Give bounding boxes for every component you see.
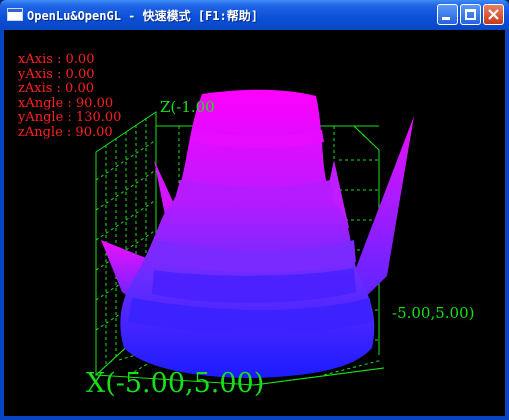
- info-x-axis: xAxis : 0.00: [18, 52, 95, 67]
- minimize-button[interactable]: [437, 4, 458, 25]
- z-axis-label: Z(-1.00: [160, 98, 215, 116]
- info-x-angle: xAngle : 90.00: [18, 95, 114, 111]
- window-title: OpenLu&OpenGL - 快速模式 [F1:帮助]: [27, 9, 258, 23]
- y-axis-label: -5.00,5.00): [392, 304, 475, 322]
- maximize-icon: [465, 9, 476, 20]
- close-icon: [488, 9, 499, 20]
- title-bar[interactable]: OpenLu&OpenGL - 快速模式 [F1:帮助]: [0, 0, 509, 30]
- info-y-axis: yAxis : 0.00: [18, 66, 95, 82]
- window-frame-right[interactable]: [505, 30, 509, 420]
- opengl-canvas[interactable]: Z(-1.00 -5.00,5.00) X(-5.00,5.00) xAxis …: [4, 30, 505, 416]
- close-button[interactable]: [483, 4, 504, 25]
- minimize-icon: [442, 17, 450, 20]
- info-y-angle: yAngle : 130.00: [18, 110, 122, 125]
- info-z-angle: zAngle : 90.00: [18, 124, 113, 140]
- camera-info-panel: xAxis : 0.00 yAxis : 0.00 zAxis : 0.00 x…: [18, 52, 122, 140]
- x-axis-label: X(-5.00,5.00): [86, 368, 264, 399]
- app-window: OpenLu&OpenGL - 快速模式 [F1:帮助] Z(-1.00 -5.…: [0, 0, 509, 420]
- surface-body: [120, 89, 375, 379]
- app-window-icon: [7, 8, 23, 21]
- info-z-axis: zAxis : 0.00: [18, 81, 94, 96]
- maximize-button[interactable]: [460, 4, 481, 25]
- window-frame-bottom[interactable]: [0, 416, 509, 420]
